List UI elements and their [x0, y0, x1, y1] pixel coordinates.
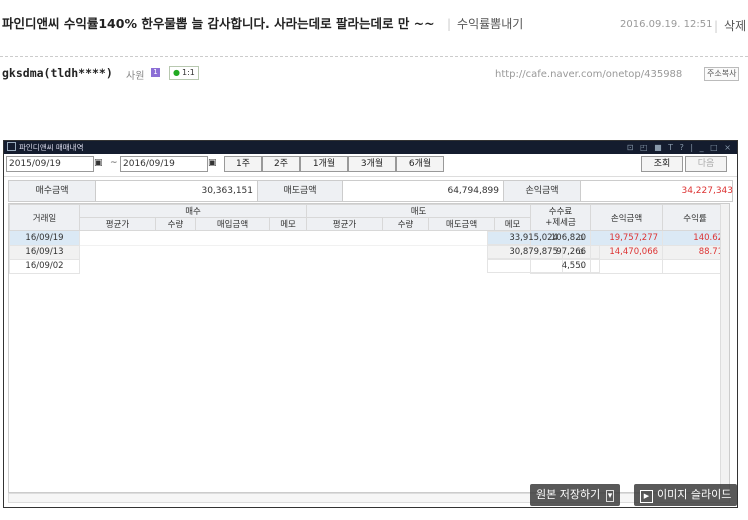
vertical-scrollbar[interactable] [720, 204, 729, 492]
image-slide-label: 이미지 슬라이드 [657, 488, 732, 501]
period-button-1w[interactable]: 1주 [224, 156, 262, 172]
speech-bubble-icon: ● [173, 68, 180, 77]
window-controls[interactable]: ⊡ ◰ ■ T ? | _ □ × [627, 141, 733, 154]
col-group-buy: 매수 [78, 204, 308, 218]
sell-amount-label: 매도금액 [257, 181, 343, 201]
chevron-down-icon: ▾ [605, 490, 615, 502]
window-title: 파인디앤씨 매매내역 [19, 143, 84, 152]
calendar-icon[interactable]: ▣ [94, 158, 103, 168]
col-rate: 수익률 [662, 204, 729, 231]
horizontal-scrollbar[interactable] [8, 493, 730, 503]
comment-count: 1:1 [181, 68, 195, 77]
period-button-2w[interactable]: 2주 [262, 156, 300, 172]
cell-sell-amount: 30,879,875 [487, 245, 563, 259]
col-fee: 수수료 +제세금 [530, 204, 592, 231]
buy-amount-label: 매수금액 [9, 181, 96, 201]
cell-date: 16/09/19 [9, 230, 80, 246]
image-slide-button[interactable]: ▶ 이미지 슬라이드 [634, 484, 738, 506]
summary-bar: 매수금액 30,363,151 매도금액 64,794,899 손익금액 34,… [8, 180, 733, 202]
divider [0, 56, 748, 57]
trade-history-window: 파인디앤씨 매매내역 ⊡ ◰ ■ T ? | _ □ × 2015/09/19 … [3, 140, 738, 508]
sell-amount-value: 64,794,899 [447, 186, 499, 196]
period-button-6m[interactable]: 6개월 [396, 156, 444, 172]
post-title: 파인디앤씨 수익률140% 한우물뽑 늘 감사합니다. 사라는데로 팔라는데로 … [2, 16, 435, 31]
cell-pnl: 19,757,277 [590, 230, 664, 246]
buy-amount-value: 30,363,151 [201, 186, 253, 196]
cell-rate [662, 258, 729, 274]
table-row[interactable]: 16/09/13 30,879,875 ▫ 97,266 14,470,066 … [9, 244, 729, 260]
author-role: 사원 [126, 71, 145, 82]
cell-rate: 88.71 [662, 244, 729, 260]
pnl-amount-label: 손익금액 [503, 181, 581, 201]
pnl-amount-value: 34,227,343 [681, 186, 733, 196]
cell-pnl: 14,470,066 [590, 244, 664, 260]
period-button-3m[interactable]: 3개월 [348, 156, 396, 172]
cell-fee: 4,550 [530, 258, 592, 274]
cell-date: 16/09/02 [9, 258, 80, 274]
col-buy-avg: 평균가 [79, 217, 156, 231]
post-url[interactable]: http://cafe.naver.com/onetop/435988 [495, 69, 682, 80]
date-to-input[interactable]: 2016/09/19 [120, 156, 208, 172]
table-row[interactable]: 16/09/02 ▫ 4,550 [9, 258, 729, 274]
save-original-button[interactable]: 원본 저장하기 ▾ [530, 484, 621, 506]
post-category-link[interactable]: 수익률뽐내기 [447, 15, 523, 32]
copy-address-button[interactable]: 주소복사 [704, 67, 740, 81]
col-sell-amount: 매도금액 [428, 217, 496, 231]
table-row[interactable]: 16/09/19 33,915,024 ▫ 106,820 19,757,277… [9, 230, 729, 246]
comment-badge[interactable]: ● 1:1 [169, 66, 199, 80]
col-pnl: 손익금액 [590, 204, 664, 231]
date-from-input[interactable]: 2015/09/19 [6, 156, 94, 172]
col-buy-qty: 수량 [155, 217, 196, 231]
level-badge: 1 [151, 68, 160, 77]
toolbar: 2015/09/19 ▣ ~ 2016/09/19 ▣ 1주 2주 1개월 3개… [4, 154, 737, 177]
col-group-sell: 매도 [306, 204, 532, 218]
trade-grid: 거래일 매수 매도 수수료 +제세금 손익금액 수익률 평균가 수량 매입금액 … [8, 203, 730, 493]
window-title-bar: 파인디앤씨 매매내역 ⊡ ◰ ■ T ? | _ □ × [4, 141, 737, 154]
delete-link[interactable]: 삭제 [714, 17, 746, 34]
author-name[interactable]: gksdma(tldh****) [2, 66, 113, 80]
cell-pnl [590, 258, 664, 274]
window-icon [7, 142, 16, 151]
next-button[interactable]: 다음 [685, 156, 727, 172]
calendar-icon[interactable]: ▣ [208, 158, 217, 168]
search-button[interactable]: 조회 [641, 156, 683, 172]
col-sell-memo: 메모 [494, 217, 532, 231]
period-button-1m[interactable]: 1개월 [300, 156, 348, 172]
cell-date: 16/09/13 [9, 244, 80, 260]
col-sell-avg: 평균가 [306, 217, 384, 231]
range-separator: ~ [110, 158, 118, 168]
col-date: 거래일 [9, 204, 80, 231]
slideshow-icon: ▶ [640, 490, 653, 503]
save-original-label: 원본 저장하기 [536, 488, 601, 501]
post-date: 2016.09.19. 12:51 [620, 19, 713, 30]
col-buy-memo: 메모 [268, 217, 308, 231]
col-sell-qty: 수량 [382, 217, 430, 231]
col-buy-amount: 매입금액 [195, 217, 270, 231]
cell-rate: 140.62 [662, 230, 729, 246]
